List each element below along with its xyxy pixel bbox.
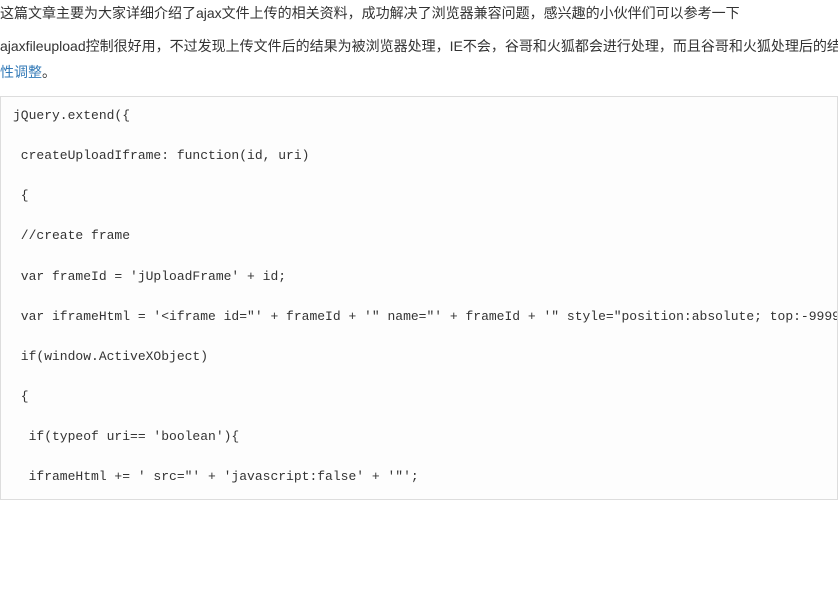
article-summary: 这篇文章主要为大家详细介绍了ajax文件上传的相关资料，成功解决了浏览器兼容问题… [0, 0, 838, 33]
code-line: var frameId = 'jUploadFrame' + id; [13, 268, 825, 286]
code-line: if(typeof uri== 'boolean'){ [13, 428, 825, 446]
code-line: { [13, 388, 825, 406]
paragraph-text-b: 。 [42, 64, 56, 80]
code-line: iframeHtml += ' src="' + 'javascript:fal… [13, 468, 825, 486]
paragraph-text-a: ajaxfileupload控制很好用，不过发现上传文件后的结果为被浏览器处理，… [0, 38, 838, 54]
code-line: createUploadIframe: function(id, uri) [13, 147, 825, 165]
code-block: jQuery.extend({ createUploadIframe: func… [0, 96, 838, 500]
code-line: if(window.ActiveXObject) [13, 348, 825, 366]
code-line: jQuery.extend({ [13, 107, 825, 125]
code-line: //create frame [13, 227, 825, 245]
code-line: { [13, 187, 825, 205]
article-paragraph: ajaxfileupload控制很好用，不过发现上传文件后的结果为被浏览器处理，… [0, 33, 838, 90]
adjust-link[interactable]: 性调整 [0, 64, 42, 80]
code-line: var iframeHtml = '<iframe id="' + frameI… [13, 308, 825, 326]
